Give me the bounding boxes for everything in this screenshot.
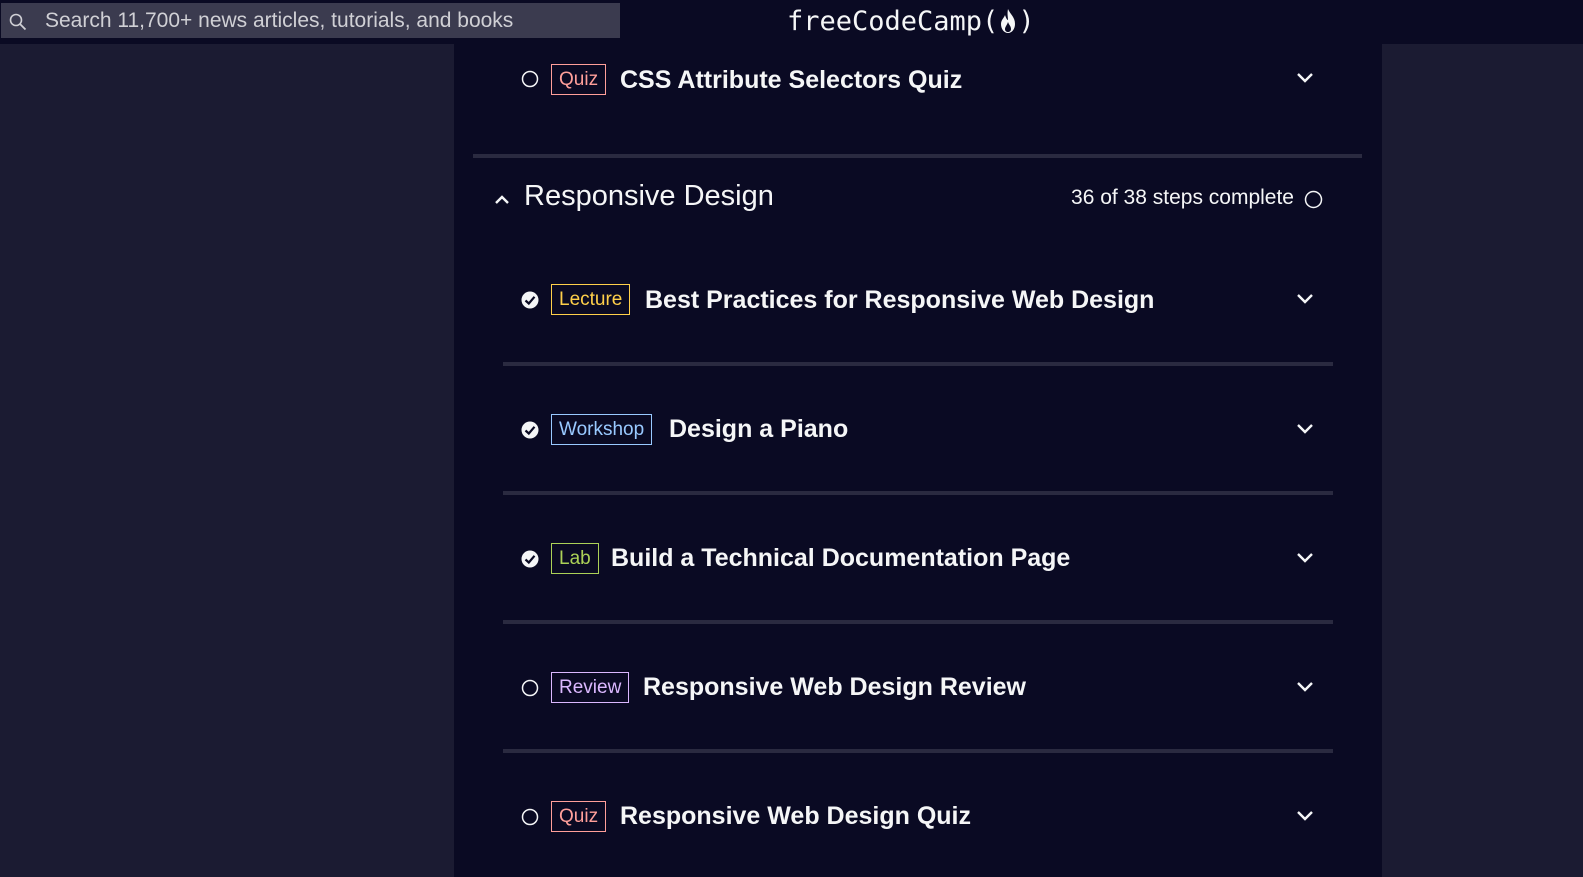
- top-nav: freeCodeCamp ( ): [0, 0, 1583, 44]
- lecture-badge: Lecture: [551, 284, 631, 315]
- block-title: Responsive Web Design Quiz: [620, 802, 972, 830]
- block-title: Build a Technical Documentation Page: [611, 544, 1071, 572]
- flame-icon: [1001, 9, 1016, 33]
- chevron-down-icon[interactable]: [1296, 293, 1314, 305]
- incomplete-circle-icon: [521, 70, 539, 88]
- block-title: Responsive Web Design Review: [643, 673, 1026, 701]
- section-title: Responsive Design: [524, 180, 774, 212]
- chevron-down-icon[interactable]: [1296, 72, 1314, 84]
- block-item-technical-documentation[interactable]: Lab Build a Technical Documentation Page: [504, 543, 1334, 603]
- search-icon: [9, 13, 27, 31]
- review-badge: Review: [551, 672, 630, 703]
- section-header-responsive-design[interactable]: Responsive Design 36 of 38 steps complet…: [492, 180, 1344, 218]
- quiz-badge: Quiz: [551, 64, 607, 95]
- item-divider: [503, 362, 1333, 366]
- section-divider: [473, 154, 1362, 158]
- checkmark-circle-icon: [521, 550, 539, 568]
- chevron-down-icon[interactable]: [1296, 423, 1314, 435]
- chevron-down-icon[interactable]: [1296, 810, 1314, 822]
- search-bar[interactable]: [1, 3, 620, 38]
- block-item-responsive-quiz[interactable]: Quiz Responsive Web Design Quiz: [504, 801, 1334, 861]
- item-divider: [503, 620, 1333, 624]
- block-item-best-practices[interactable]: Lecture Best Practices for Responsive We…: [504, 284, 1334, 344]
- lab-badge: Lab: [551, 543, 599, 574]
- item-divider: [503, 749, 1333, 753]
- workshop-badge: Workshop: [551, 414, 653, 445]
- quiz-badge: Quiz: [551, 801, 607, 832]
- chevron-down-icon[interactable]: [1296, 552, 1314, 564]
- section-progress: 36 of 38 steps complete: [1071, 186, 1294, 209]
- curriculum-panel: Quiz CSS Attribute Selectors Quiz Respon…: [454, 44, 1382, 877]
- block-item-css-attribute-selectors-quiz[interactable]: Quiz CSS Attribute Selectors Quiz: [504, 64, 1334, 124]
- chevron-up-icon[interactable]: [494, 194, 510, 205]
- checkmark-circle-icon: [521, 421, 539, 439]
- block-item-design-a-piano[interactable]: Workshop Design a Piano: [504, 414, 1334, 474]
- checkmark-circle-icon: [521, 291, 539, 309]
- block-title: CSS Attribute Selectors Quiz: [620, 66, 963, 94]
- logo-text: freeCodeCamp: [787, 5, 983, 37]
- freecodecamp-logo[interactable]: freeCodeCamp ( ): [787, 3, 1035, 39]
- incomplete-circle-icon: [521, 808, 539, 826]
- item-divider: [503, 491, 1333, 495]
- block-title: Best Practices for Responsive Web Design: [645, 286, 1155, 314]
- incomplete-circle-icon: [1304, 190, 1323, 209]
- incomplete-circle-icon: [521, 679, 539, 697]
- block-item-responsive-review[interactable]: Review Responsive Web Design Review: [504, 672, 1334, 732]
- search-input[interactable]: [45, 3, 605, 38]
- chevron-down-icon[interactable]: [1296, 681, 1314, 693]
- block-title: Design a Piano: [669, 415, 849, 443]
